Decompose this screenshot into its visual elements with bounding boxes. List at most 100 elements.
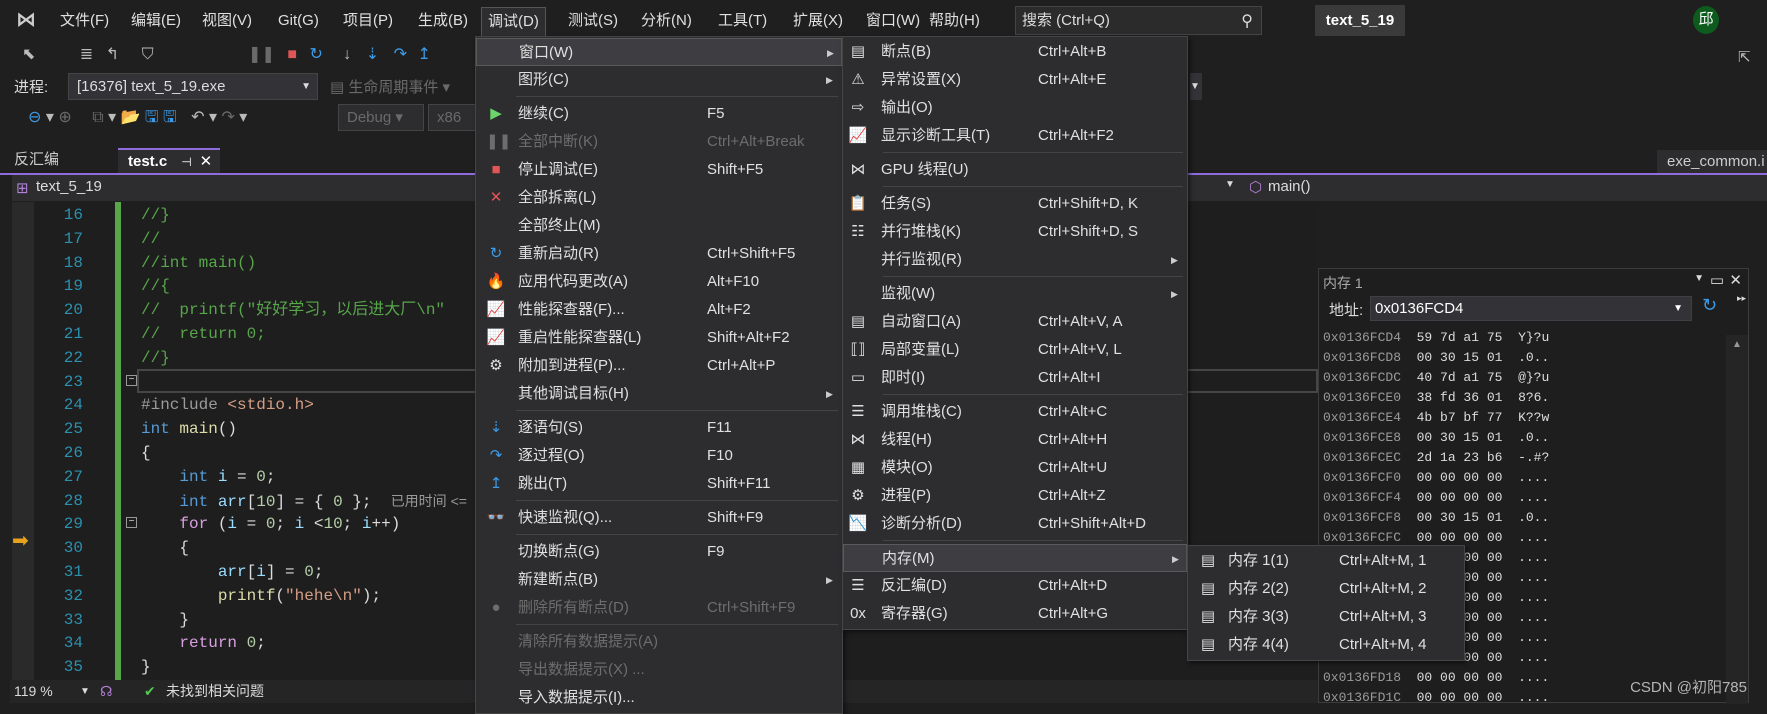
- menu-item[interactable]: 导出数据提示(X) ...: [476, 656, 842, 684]
- menu-0[interactable]: 文件(F): [54, 9, 115, 33]
- menu-item[interactable]: ⟦⟧ 局部变量(L) Ctrl+Alt+V, L: [843, 336, 1187, 364]
- menu-item[interactable]: 其他调试目标(H) ▶: [476, 380, 842, 408]
- menu-item[interactable]: 新建断点(B) ▶: [476, 566, 842, 594]
- project-name-badge[interactable]: text_5_19: [1315, 5, 1405, 36]
- step-over-icon[interactable]: ↷: [394, 46, 407, 63]
- restart-icon[interactable]: ↻: [309, 46, 322, 63]
- redo-icon[interactable]: ↷: [221, 109, 234, 126]
- window-options-icon[interactable]: ▼: [1694, 273, 1704, 284]
- menu-2[interactable]: 视图(V): [196, 9, 258, 33]
- menu-item[interactable]: 👓 快速监视(Q)... Shift+F9: [476, 504, 842, 532]
- scroll-up-icon[interactable]: ▲: [1726, 339, 1748, 350]
- menu-item[interactable]: 导入数据提示(I)...: [476, 684, 842, 712]
- menu-item[interactable]: 📈 重启性能探查器(L) Shift+Alt+F2: [476, 324, 842, 352]
- save-icon[interactable]: 🖫: [145, 109, 159, 126]
- menu-item[interactable]: 切换断点(G) F9: [476, 538, 842, 566]
- menu-item[interactable]: 监视(W) ▶: [843, 280, 1187, 308]
- navigate-forward-icon[interactable]: ⊕: [58, 109, 71, 126]
- menu-item[interactable]: ⇨ 输出(O): [843, 94, 1187, 122]
- live-share-icon[interactable]: ⇱: [1738, 48, 1751, 66]
- menu-8[interactable]: 分析(N): [635, 9, 698, 33]
- menu-1[interactable]: 编辑(E): [125, 9, 187, 33]
- tab-test-c[interactable]: test.c ⊣ ✕: [118, 148, 220, 173]
- menu-item[interactable]: 内存(M) ▶: [843, 544, 1187, 572]
- menu-item[interactable]: ☰ 调用堆栈(C) Ctrl+Alt+C: [843, 398, 1187, 426]
- collapse-icon[interactable]: −: [126, 375, 137, 386]
- close-icon[interactable]: ✕: [1729, 271, 1742, 289]
- menu-item[interactable]: 📈 显示诊断工具(T) Ctrl+Alt+F2: [843, 122, 1187, 150]
- collapse-icon[interactable]: −: [126, 517, 137, 528]
- menu-item[interactable]: ❚❚ 全部中断(K) Ctrl+Alt+Break: [476, 128, 842, 156]
- address-input[interactable]: 0x0136FCD4 ▼: [1370, 296, 1692, 321]
- zoom-level[interactable]: 119 %: [14, 680, 53, 703]
- pause-icon[interactable]: ❚❚: [248, 46, 275, 63]
- menu-item[interactable]: ▭ 即时(I) Ctrl+Alt+I: [843, 364, 1187, 392]
- menu-11[interactable]: 窗口(W): [860, 9, 926, 33]
- avatar[interactable]: 邱: [1693, 6, 1719, 34]
- open-file-icon[interactable]: 📂: [121, 109, 141, 126]
- menu-item[interactable]: ↥ 跳出(T) Shift+F11: [476, 470, 842, 498]
- menu-10[interactable]: 扩展(X): [787, 9, 849, 33]
- menu-7[interactable]: 测试(S): [562, 9, 624, 33]
- menu-3[interactable]: Git(G): [272, 9, 325, 33]
- menu-item[interactable]: ▶ 继续(C) F5: [476, 100, 842, 128]
- menu-item[interactable]: 📈 性能探查器(F)... Alt+F2: [476, 296, 842, 324]
- menu-item[interactable]: 图形(C) ▶: [476, 66, 842, 94]
- menu-item[interactable]: ☷ 并行堆栈(K) Ctrl+Shift+D, S: [843, 218, 1187, 246]
- intellicode-icon[interactable]: ☊: [100, 680, 112, 703]
- function-scope-dropdown[interactable]: main(): [1268, 178, 1311, 195]
- menu-item[interactable]: ⇣ 逐语句(S) F11: [476, 414, 842, 442]
- lifecycle-events-button[interactable]: ▤ 生命周期事件 ▾: [330, 74, 450, 101]
- tab-disassembly[interactable]: 反汇编: [4, 148, 114, 173]
- menu-item[interactable]: ✕ 全部拆离(L): [476, 184, 842, 212]
- menu-item[interactable]: 全部终止(M): [476, 212, 842, 240]
- step-into-icon[interactable]: ⇣: [366, 46, 379, 63]
- configuration-dropdown[interactable]: Debug ▾: [338, 104, 424, 131]
- menu-item[interactable]: ⚠ 异常设置(X) Ctrl+Alt+E: [843, 66, 1187, 94]
- search-box[interactable]: 搜索 (Ctrl+Q) ⚲: [1015, 6, 1262, 35]
- process-dropdown[interactable]: [16376] text_5_19.exe ▼: [68, 73, 318, 100]
- chevron-down-icon[interactable]: ▼: [80, 680, 90, 703]
- close-icon[interactable]: ✕: [200, 153, 213, 170]
- menu-item[interactable]: 📋 任务(S) Ctrl+Shift+D, K: [843, 190, 1187, 218]
- menu-item[interactable]: ▤ 断点(B) Ctrl+Alt+B: [843, 38, 1187, 66]
- new-project-icon[interactable]: ⧉: [92, 109, 103, 126]
- menu-item[interactable]: 并行监视(R) ▶: [843, 246, 1187, 274]
- vertical-scrollbar[interactable]: ▲: [1726, 335, 1748, 704]
- comment-icon[interactable]: ≣: [80, 46, 93, 63]
- menu-item[interactable]: ▦ 模块(O) Ctrl+Alt+U: [843, 454, 1187, 482]
- menu-12[interactable]: 帮助(H): [923, 9, 986, 33]
- menu-item[interactable]: 窗口(W) ▶: [476, 38, 842, 66]
- save-all-icon[interactable]: 🖫: [163, 109, 177, 126]
- uncomment-icon[interactable]: ↰: [106, 46, 119, 63]
- step-out-icon[interactable]: ↥: [417, 46, 430, 63]
- pin-icon[interactable]: ⊣: [181, 155, 191, 169]
- menu-item[interactable]: 📉 诊断分析(D) Ctrl+Shift+Alt+D: [843, 510, 1187, 538]
- menu-item[interactable]: ▤ 内存 3(3) Ctrl+Alt+M, 3: [1188, 603, 1464, 631]
- menu-item[interactable]: 0x 寄存器(G) Ctrl+Alt+G: [843, 600, 1187, 628]
- stop-icon[interactable]: ■: [287, 46, 297, 63]
- bookmark-icon[interactable]: ⛉: [142, 46, 154, 63]
- menu-item[interactable]: ⚙ 进程(P) Ctrl+Alt+Z: [843, 482, 1187, 510]
- menu-item[interactable]: 清除所有数据提示(A): [476, 628, 842, 656]
- menu-5[interactable]: 生成(B): [412, 9, 474, 33]
- menu-9[interactable]: 工具(T): [712, 9, 773, 33]
- refresh-icon[interactable]: ↻: [1702, 295, 1717, 316]
- menu-item[interactable]: ☰ 反汇编(D) Ctrl+Alt+D: [843, 572, 1187, 600]
- thread-dropdown-arrow[interactable]: ▼: [1190, 73, 1202, 100]
- menu-item[interactable]: ⚙ 附加到进程(P)... Ctrl+Alt+P: [476, 352, 842, 380]
- chevron-down-icon[interactable]: ▼: [1225, 179, 1235, 190]
- menu-item[interactable]: ■ 停止调试(E) Shift+F5: [476, 156, 842, 184]
- menu-item[interactable]: ▤ 内存 4(4) Ctrl+Alt+M, 4: [1188, 631, 1464, 659]
- menu-item[interactable]: ⋈ GPU 线程(U): [843, 156, 1187, 184]
- maximize-icon[interactable]: ▭: [1710, 271, 1724, 289]
- platform-dropdown[interactable]: x86: [428, 104, 478, 131]
- navigate-back-icon[interactable]: ⊖: [28, 109, 41, 126]
- menu-6[interactable]: 调试(D): [481, 7, 546, 37]
- issues-status[interactable]: 未找到相关问题: [166, 680, 264, 703]
- menu-item[interactable]: ● 删除所有断点(D) Ctrl+Shift+F9: [476, 594, 842, 622]
- menu-item[interactable]: 🔥 应用代码更改(A) Alt+F10: [476, 268, 842, 296]
- menu-item[interactable]: ▤ 内存 2(2) Ctrl+Alt+M, 2: [1188, 575, 1464, 603]
- overflow-icon[interactable]: ▸▸: [1737, 293, 1746, 304]
- show-next-statement-icon[interactable]: ↓: [343, 46, 351, 63]
